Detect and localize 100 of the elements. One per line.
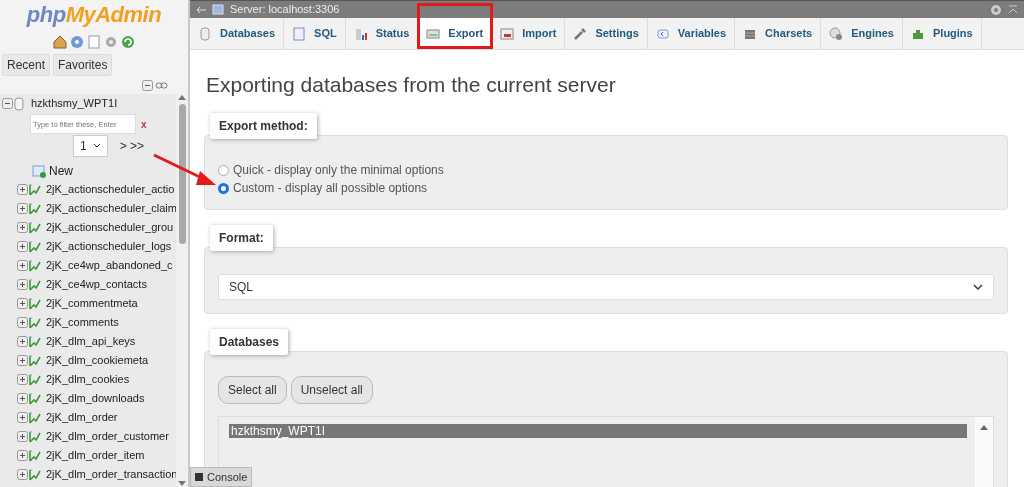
expand-icon[interactable]: [17, 184, 28, 195]
sidebar-table[interactable]: 2jK_ce4wp_abandoned_c: [46, 257, 173, 274]
sidebar-tab[interactable]: Recent: [2, 54, 51, 76]
table-icon: [28, 201, 42, 216]
fieldset-legend: Databases: [210, 329, 289, 355]
fieldset-legend: Export method:: [210, 113, 317, 139]
expand-icon[interactable]: [17, 336, 28, 347]
expand-icon[interactable]: [17, 393, 28, 404]
variables-icon: [655, 26, 670, 41]
server-icon: [212, 4, 224, 15]
nav-tab[interactable]: Status: [345, 18, 419, 49]
radio-option[interactable]: Custom - display all possible options: [218, 179, 1007, 197]
breadcrumb-link[interactable]: Server: localhost:3306: [230, 1, 340, 18]
console-icon: [195, 472, 203, 481]
nav-tab[interactable]: Variables: [647, 18, 736, 49]
expand-icon[interactable]: [17, 241, 28, 252]
action-button[interactable]: Unselect all: [290, 376, 373, 404]
sidebar-table[interactable]: 2jK_dlm_cookiemeta: [46, 352, 149, 369]
link-icon[interactable]: [155, 80, 168, 91]
scroll-thumb[interactable]: [178, 104, 186, 244]
nav-tab[interactable]: Settings: [565, 18, 648, 49]
sidebar-table[interactable]: 2jK_actionscheduler_grou: [46, 219, 174, 236]
console-tab[interactable]: Console: [190, 466, 253, 487]
sidebar-table[interactable]: 2jK_dlm_downloads: [46, 390, 145, 407]
expand-icon[interactable]: [17, 355, 28, 366]
table-icon: [28, 296, 42, 311]
table-icon: [28, 258, 42, 273]
table-icon: [28, 182, 42, 197]
chevron-down-icon: [973, 283, 983, 291]
nav-tab[interactable]: Charsets: [735, 18, 822, 49]
expand-icon[interactable]: [17, 203, 28, 214]
collapse-icon[interactable]: [2, 98, 13, 109]
table-icon: [28, 429, 42, 444]
table-icon: [28, 353, 42, 368]
expand-icon[interactable]: [17, 260, 28, 271]
settings-icon[interactable]: [990, 3, 1002, 16]
sidebar-table[interactable]: 2jK_actionscheduler_actio: [46, 181, 175, 198]
expand-icon[interactable]: [17, 431, 28, 442]
wrench-icon: [573, 26, 588, 41]
help-icon[interactable]: [70, 35, 84, 49]
expand-icon[interactable]: [17, 279, 28, 290]
chevron-down-icon: [92, 143, 101, 149]
expand-icon[interactable]: [17, 298, 28, 309]
fieldset-legend: Format:: [210, 225, 273, 251]
sidebar-database[interactable]: hzkthsmy_WPT1I: [31, 95, 118, 112]
chart-icon: [353, 26, 368, 41]
sidebar-table[interactable]: 2jK_commentmeta: [46, 295, 138, 312]
sidebar-table[interactable]: 2jK_ce4wp_contacts: [46, 276, 147, 293]
action-button[interactable]: Select all: [218, 376, 287, 404]
back-icon[interactable]: [196, 5, 206, 14]
scroll-up-icon[interactable]: [178, 94, 186, 100]
database-option[interactable]: hzkthsmy_WPT1I: [229, 424, 967, 438]
sidebar-table[interactable]: 2jK_dlm_api_keys: [46, 333, 136, 350]
scrollbar[interactable]: [176, 94, 188, 487]
table-icon: [28, 448, 42, 463]
sidebar-table[interactable]: 2jK_dlm_order: [46, 409, 118, 426]
expand-icon[interactable]: [17, 450, 28, 461]
reload-icon[interactable]: [121, 35, 135, 49]
page-select[interactable]: 1: [73, 135, 108, 157]
table-icon: [28, 410, 42, 425]
export-icon: [426, 26, 441, 41]
table-icon: [28, 239, 42, 254]
sidebar-table[interactable]: 2jK_actionscheduler_logs: [46, 238, 172, 255]
nav-tab[interactable]: Engines: [821, 18, 903, 49]
table-icon: [28, 277, 42, 292]
scroll-up-icon[interactable]: [980, 424, 988, 430]
nav-tab[interactable]: SQL: [284, 18, 346, 49]
sidebar-table[interactable]: 2jK_comments: [46, 314, 119, 331]
sidebar-table[interactable]: 2jK_dlm_order_customer: [46, 428, 169, 445]
sidebar-table[interactable]: 2jK_dlm_cookies: [46, 371, 130, 388]
sidebar-table[interactable]: 2jK_dlm_order_transaction: [46, 466, 176, 483]
nav-tab[interactable]: Import: [492, 18, 566, 49]
table-icon: [28, 315, 42, 330]
home-icon[interactable]: [53, 35, 67, 49]
expand-icon[interactable]: [17, 412, 28, 423]
expand-icon[interactable]: [17, 374, 28, 385]
engine-icon: [829, 26, 844, 41]
table-icon: [28, 372, 42, 387]
nav-tab[interactable]: Databases: [190, 18, 285, 49]
nav-tab[interactable]: Plugins: [903, 18, 982, 49]
sidebar-tab[interactable]: Favorites: [53, 54, 113, 76]
page-heading: Exporting databases from the current server: [206, 72, 617, 97]
sidebar-table[interactable]: 2jK_dlm_order_item: [46, 447, 145, 464]
table-icon: [28, 467, 42, 482]
table-icon: [28, 220, 42, 235]
new-table-icon: [32, 163, 46, 178]
table-icon: [28, 391, 42, 406]
expand-icon[interactable]: [17, 469, 28, 480]
format-select[interactable]: SQL: [218, 274, 994, 300]
collapse-all-icon[interactable]: [142, 80, 153, 91]
clear-filter-button[interactable]: x: [141, 116, 147, 132]
sidebar-table[interactable]: 2jK_actionscheduler_claim: [46, 200, 176, 217]
new-table-link[interactable]: New: [49, 161, 73, 180]
expand-icon[interactable]: [17, 222, 28, 233]
page-next-link[interactable]: > >>: [119, 137, 145, 155]
radio-option[interactable]: Quick - display only the minimal options: [218, 161, 1007, 179]
expand-icon[interactable]: [17, 317, 28, 328]
table-icon: [28, 334, 42, 349]
scroll-down-icon[interactable]: [178, 481, 186, 487]
import-icon: [500, 26, 515, 41]
